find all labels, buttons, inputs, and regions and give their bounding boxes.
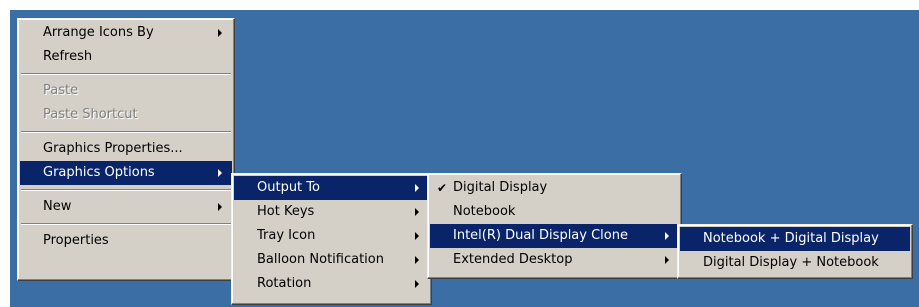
check-icon: ✔ <box>437 181 448 195</box>
submenu-arrow-icon <box>415 208 419 216</box>
menu-item-label: Properties <box>43 233 109 248</box>
menu-separator <box>21 223 231 225</box>
submenu-arrow-icon <box>415 184 419 192</box>
menu-item-balloon-notification[interactable]: Balloon Notification <box>234 248 429 272</box>
screen-border-top <box>0 0 919 10</box>
menu-item-digital-display[interactable]: ✔ Digital Display <box>430 176 679 200</box>
graphics-options-submenu: Output To Hot Keys Tray Icon Balloon Not… <box>231 173 432 305</box>
menu-item-label: Intel(R) Dual Display Clone <box>453 228 628 243</box>
menu-item-notebook-plus-digital[interactable]: Notebook + Digital Display <box>680 227 910 251</box>
menu-item-label: Digital Display <box>453 180 548 195</box>
menu-item-label: Refresh <box>43 49 93 64</box>
menu-item-label: New <box>43 199 72 214</box>
menu-item-label: Rotation <box>257 276 312 291</box>
submenu-arrow-icon <box>665 232 669 240</box>
menu-item-label: Balloon Notification <box>257 252 384 267</box>
menu-separator <box>21 73 231 75</box>
submenu-arrow-icon <box>665 256 669 264</box>
menu-item-label: Paste <box>43 83 79 98</box>
menu-item-label: Graphics Options <box>43 165 155 180</box>
screen-border-left <box>0 0 10 307</box>
menu-item-label: Tray Icon <box>257 228 316 243</box>
submenu-arrow-icon <box>415 280 419 288</box>
menu-item-arrange-icons-by[interactable]: Arrange Icons By <box>20 21 232 45</box>
menu-item-notebook[interactable]: Notebook <box>430 200 679 224</box>
output-to-submenu: ✔ Digital Display Notebook Intel(R) Dual… <box>427 173 682 279</box>
menu-item-paste-shortcut: Paste Shortcut <box>20 103 232 127</box>
menu-separator <box>21 189 231 191</box>
menu-item-refresh[interactable]: Refresh <box>20 45 232 69</box>
menu-item-label: Notebook + Digital Display <box>703 231 879 246</box>
submenu-arrow-icon <box>218 29 222 37</box>
submenu-arrow-icon <box>415 256 419 264</box>
menu-item-tray-icon[interactable]: Tray Icon <box>234 224 429 248</box>
menu-item-new[interactable]: New <box>20 195 232 219</box>
submenu-arrow-icon <box>415 232 419 240</box>
menu-item-label: Graphics Properties... <box>43 141 183 156</box>
menu-item-hot-keys[interactable]: Hot Keys <box>234 200 429 224</box>
menu-item-label: Notebook <box>453 204 516 219</box>
menu-item-rotation[interactable]: Rotation <box>234 272 429 296</box>
menu-item-label: Digital Display + Notebook <box>703 255 879 270</box>
menu-item-label: Hot Keys <box>257 204 315 219</box>
menu-item-output-to[interactable]: Output To <box>234 176 429 200</box>
submenu-arrow-icon <box>218 169 222 177</box>
desktop-context-menu: Arrange Icons By Refresh Paste Paste Sho… <box>17 18 235 281</box>
menu-separator <box>21 131 231 133</box>
menu-item-properties[interactable]: Properties <box>20 229 232 253</box>
menu-item-dual-display-clone[interactable]: Intel(R) Dual Display Clone <box>430 224 679 248</box>
dual-display-clone-submenu: Notebook + Digital Display Digital Displ… <box>677 224 913 279</box>
menu-item-graphics-properties[interactable]: Graphics Properties... <box>20 137 232 161</box>
menu-item-label: Arrange Icons By <box>43 25 154 40</box>
submenu-arrow-icon <box>218 203 222 211</box>
menu-item-label: Extended Desktop <box>453 252 573 267</box>
menu-item-extended-desktop[interactable]: Extended Desktop <box>430 248 679 272</box>
menu-item-digital-plus-notebook[interactable]: Digital Display + Notebook <box>680 251 910 275</box>
menu-item-label: Output To <box>257 180 320 195</box>
menu-item-paste: Paste <box>20 79 232 103</box>
menu-item-graphics-options[interactable]: Graphics Options <box>20 161 232 185</box>
menu-item-label: Paste Shortcut <box>43 107 138 122</box>
